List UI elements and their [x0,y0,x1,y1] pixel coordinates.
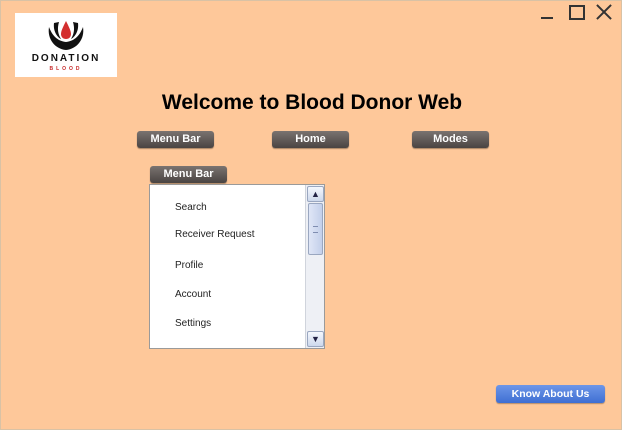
minimize-icon[interactable] [539,3,555,21]
page-title: Welcome to Blood Donor Web [161,91,463,114]
logo-subtext: BLOOD [49,66,83,72]
close-icon[interactable] [595,3,613,21]
list-item-receiver-request[interactable]: Receiver Request [175,229,254,240]
chevron-down-icon[interactable]: ▼ [307,331,324,347]
menu-bar-button[interactable]: Menu Bar [137,131,214,148]
chevron-up-icon[interactable]: ▲ [307,186,324,202]
hands-drop-icon [48,21,84,50]
maximize-icon[interactable] [569,5,585,20]
menu-listbox: Search Receiver Request Profile Account … [149,184,325,349]
list-item-search[interactable]: Search [175,202,207,213]
vertical-scrollbar[interactable]: ▲ ▼ [305,185,324,348]
modes-button[interactable]: Modes [412,131,489,148]
logo-wordmark: DONATION [31,53,101,64]
app-window: DONATION BLOOD Welcome to Blood Donor We… [0,0,622,430]
dropdown-header-button[interactable]: Menu Bar [150,166,227,183]
home-button[interactable]: Home [272,131,349,148]
list-item-account[interactable]: Account [175,289,211,300]
list-item-settings[interactable]: Settings [175,318,211,329]
list-item-profile[interactable]: Profile [175,260,203,271]
know-about-us-button[interactable]: Know About Us [496,385,605,403]
donation-logo: DONATION BLOOD [15,13,117,77]
scrollbar-thumb[interactable] [308,203,323,255]
